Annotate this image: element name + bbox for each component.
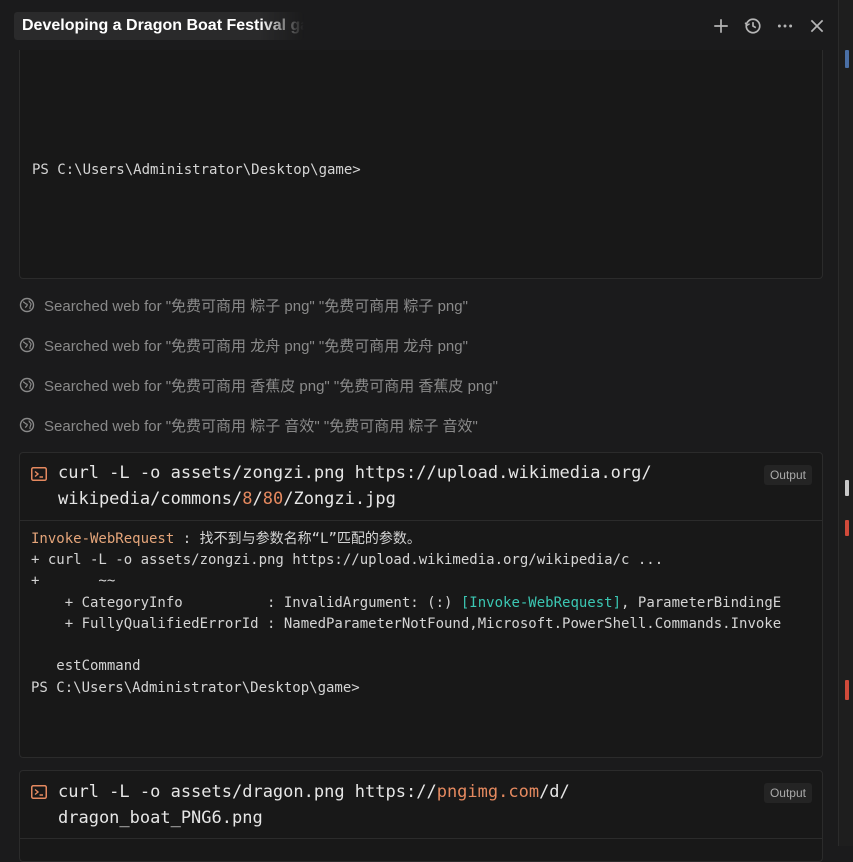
command-line-2: wikipedia/commons/8/80/Zongzi.jpg xyxy=(58,489,396,509)
command-block: curl -L -o assets/zongzi.png https://upl… xyxy=(19,452,823,758)
search-item[interactable]: Searched web for "免费可商用 粽子 png" "免费可商用 粽… xyxy=(19,293,468,317)
output-line: + curl -L -o assets/zongzi.png https://u… xyxy=(31,552,664,568)
terminal-prompt: PS C:\Users\Administrator\Desktop\game> xyxy=(32,162,361,178)
command-line-2: dragon_boat_PNG6.png xyxy=(58,808,263,828)
globe-icon xyxy=(19,297,35,313)
minimap-mark xyxy=(845,50,849,68)
command-block: curl -L -o assets/dragon.png https://png… xyxy=(19,770,823,862)
search-item[interactable]: Searched web for "免费可商用 龙舟 png" "免费可商用 龙… xyxy=(19,333,468,357)
globe-icon xyxy=(19,337,35,353)
editor-edge xyxy=(838,0,853,846)
search-item[interactable]: Searched web for "免费可商用 香蕉皮 png" "免费可商用 … xyxy=(19,373,498,397)
output-line: estCommand xyxy=(31,658,141,674)
terminal-icon xyxy=(31,785,47,799)
chat-header: Developing a Dragon Boat Festival game xyxy=(0,0,838,52)
minimap-mark xyxy=(845,680,849,700)
search-label: Searched web for "免费可商用 龙舟 png" "免费可商用 龙… xyxy=(44,337,468,355)
command-line-1: curl -L -o assets/zongzi.png https://upl… xyxy=(58,463,652,483)
output-line: + ~~ xyxy=(31,573,116,589)
terminal-prompt: PS C:\Users\Administrator\Desktop\game> xyxy=(31,680,360,696)
more-icon[interactable] xyxy=(774,15,796,37)
history-icon[interactable] xyxy=(742,15,764,37)
minimap-mark xyxy=(845,520,849,536)
output-toggle-button[interactable]: Output xyxy=(763,783,812,803)
conversation-title[interactable]: Developing a Dragon Boat Festival game xyxy=(14,12,304,40)
output-line: Invoke-WebRequest : 找不到与参数名称“L”匹配的参数。 xyxy=(31,531,421,547)
terminal-icon xyxy=(31,467,47,481)
search-label: Searched web for "免费可商用 粽子 png" "免费可商用 粽… xyxy=(44,297,468,315)
search-label: Searched web for "免费可商用 粽子 音效" "免费可商用 粽子… xyxy=(44,417,478,435)
command-header: curl -L -o assets/zongzi.png https://upl… xyxy=(20,453,822,521)
minimap-mark xyxy=(845,480,849,496)
search-item[interactable]: Searched web for "免费可商用 粽子 音效" "免费可商用 粽子… xyxy=(19,413,478,437)
globe-icon xyxy=(19,377,35,393)
plus-icon[interactable] xyxy=(710,15,732,37)
terminal-output-top: PS C:\Users\Administrator\Desktop\game> xyxy=(19,50,823,279)
output-line: + CategoryInfo : InvalidArgument: (:) [I… xyxy=(31,595,782,611)
globe-icon xyxy=(19,417,35,433)
command-line-1: curl -L -o assets/dragon.png https://png… xyxy=(58,782,570,802)
search-label: Searched web for "免费可商用 香蕉皮 png" "免费可商用 … xyxy=(44,377,498,395)
command-header: curl -L -o assets/dragon.png https://png… xyxy=(20,771,822,839)
close-icon[interactable] xyxy=(806,15,828,37)
output-line: + FullyQualifiedErrorId : NamedParameter… xyxy=(31,616,782,632)
output-toggle-button[interactable]: Output xyxy=(763,465,812,485)
